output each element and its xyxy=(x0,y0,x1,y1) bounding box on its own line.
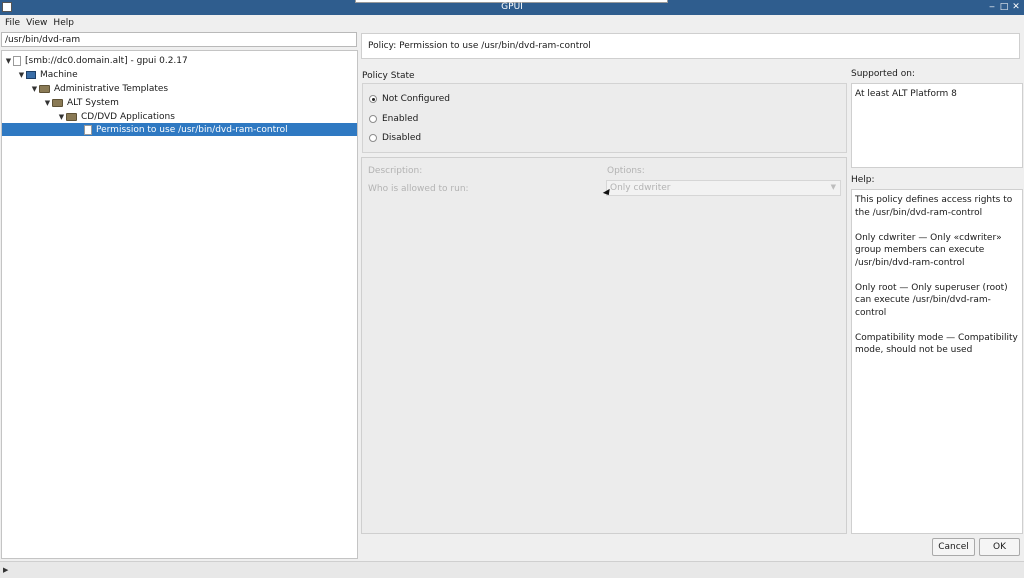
tree-node-permission-selected[interactable]: Permission to use /usr/bin/dvd-ram-contr… xyxy=(2,123,357,136)
tree-node-label: Administrative Templates xyxy=(54,83,169,94)
option-name-label: Who is allowed to run: xyxy=(368,184,469,194)
tree-node-root[interactable]: ▼ [smb://dc0.domain.alt] - gpui 0.2.17 xyxy=(4,54,188,67)
policy-header: Policy: Permission to use /usr/bin/dvd-r… xyxy=(361,33,1020,59)
file-icon xyxy=(13,55,21,66)
policy-tree[interactable]: ▼ [smb://dc0.domain.alt] - gpui 0.2.17 ▼… xyxy=(1,50,358,559)
radio-label: Disabled xyxy=(382,133,422,143)
close-icon[interactable]: ✕ xyxy=(1011,2,1021,12)
expand-arrow-icon[interactable]: ▼ xyxy=(30,85,39,93)
search-input[interactable] xyxy=(1,32,357,47)
tree-node-label: [smb://dc0.domain.alt] - gpui 0.2.17 xyxy=(25,55,188,66)
computer-icon xyxy=(26,70,36,79)
select-value: Only cdwriter xyxy=(610,183,671,193)
tree-node-label: ALT System xyxy=(67,97,119,108)
radio-label: Not Configured xyxy=(382,94,450,104)
tree-node-admin-templates[interactable]: ▼ Administrative Templates xyxy=(30,82,168,95)
description-label: Description: xyxy=(368,166,423,176)
window-controls: ‒ □ ✕ xyxy=(987,2,1021,12)
title-bar: GPUI ‒ □ ✕ xyxy=(0,0,1024,15)
menu-file[interactable]: File xyxy=(5,18,20,28)
menu-bar: File View Help xyxy=(0,15,1024,30)
options-panel: Description: Options: Who is allowed to … xyxy=(361,157,847,534)
help-paragraph: This policy defines access rights to the… xyxy=(855,195,1013,218)
help-text-box: This policy defines access rights to the… xyxy=(851,189,1023,534)
who-allowed-select[interactable]: Only cdwriter ▼ xyxy=(606,180,841,196)
tree-node-cd-dvd[interactable]: ▼ CD/DVD Applications xyxy=(57,110,175,123)
help-paragraph: Only cdwriter — Only «cdwriter» group me… xyxy=(855,232,1002,268)
policy-state-group: Not Configured Enabled Disabled xyxy=(362,83,847,153)
window-title: GPUI xyxy=(501,2,523,12)
menu-view[interactable]: View xyxy=(26,18,47,28)
maximize-icon[interactable]: □ xyxy=(999,2,1009,12)
tree-node-label: Machine xyxy=(40,69,78,80)
radio-checked-icon[interactable] xyxy=(369,95,377,103)
policy-state-label: Policy State xyxy=(362,71,415,81)
radio-label: Enabled xyxy=(382,114,419,124)
expand-arrow-icon[interactable]: ▼ xyxy=(57,113,66,121)
cancel-button[interactable]: Cancel xyxy=(932,538,975,556)
ok-button[interactable]: OK xyxy=(979,538,1020,556)
radio-disabled[interactable]: Disabled xyxy=(369,133,421,143)
expand-arrow-icon[interactable]: ▼ xyxy=(43,99,52,107)
supported-on-label: Supported on: xyxy=(851,69,915,79)
tree-node-machine[interactable]: ▼ Machine xyxy=(17,68,78,81)
menu-help[interactable]: Help xyxy=(53,18,74,28)
status-bar: ▶ xyxy=(0,561,1024,578)
chevron-down-icon: ▼ xyxy=(830,183,836,191)
folder-icon xyxy=(52,98,63,107)
help-paragraph: Compatibility mode — Compatibility mode,… xyxy=(855,332,1018,356)
help-label: Help: xyxy=(851,175,875,185)
minimize-icon[interactable]: ‒ xyxy=(987,2,997,12)
supported-on-box: At least ALT Platform 8 xyxy=(851,83,1023,168)
expand-handle-icon[interactable]: ▶ xyxy=(3,566,8,574)
radio-icon[interactable] xyxy=(369,115,377,123)
help-paragraph: Only root — Only superuser (root) can ex… xyxy=(855,282,1008,318)
document-icon xyxy=(84,124,92,135)
expand-arrow-icon[interactable]: ▼ xyxy=(17,71,26,79)
tree-node-label: Permission to use /usr/bin/dvd-ram-contr… xyxy=(96,124,288,135)
folder-icon xyxy=(39,84,50,93)
radio-icon[interactable] xyxy=(369,134,377,142)
radio-enabled[interactable]: Enabled xyxy=(369,114,418,124)
radio-not-configured[interactable]: Not Configured xyxy=(369,94,450,104)
folder-icon xyxy=(66,112,77,121)
options-label: Options: xyxy=(607,166,645,176)
tree-node-alt-system[interactable]: ▼ ALT System xyxy=(43,96,119,109)
tree-node-label: CD/DVD Applications xyxy=(81,111,175,122)
expand-arrow-icon[interactable]: ▼ xyxy=(4,57,13,65)
